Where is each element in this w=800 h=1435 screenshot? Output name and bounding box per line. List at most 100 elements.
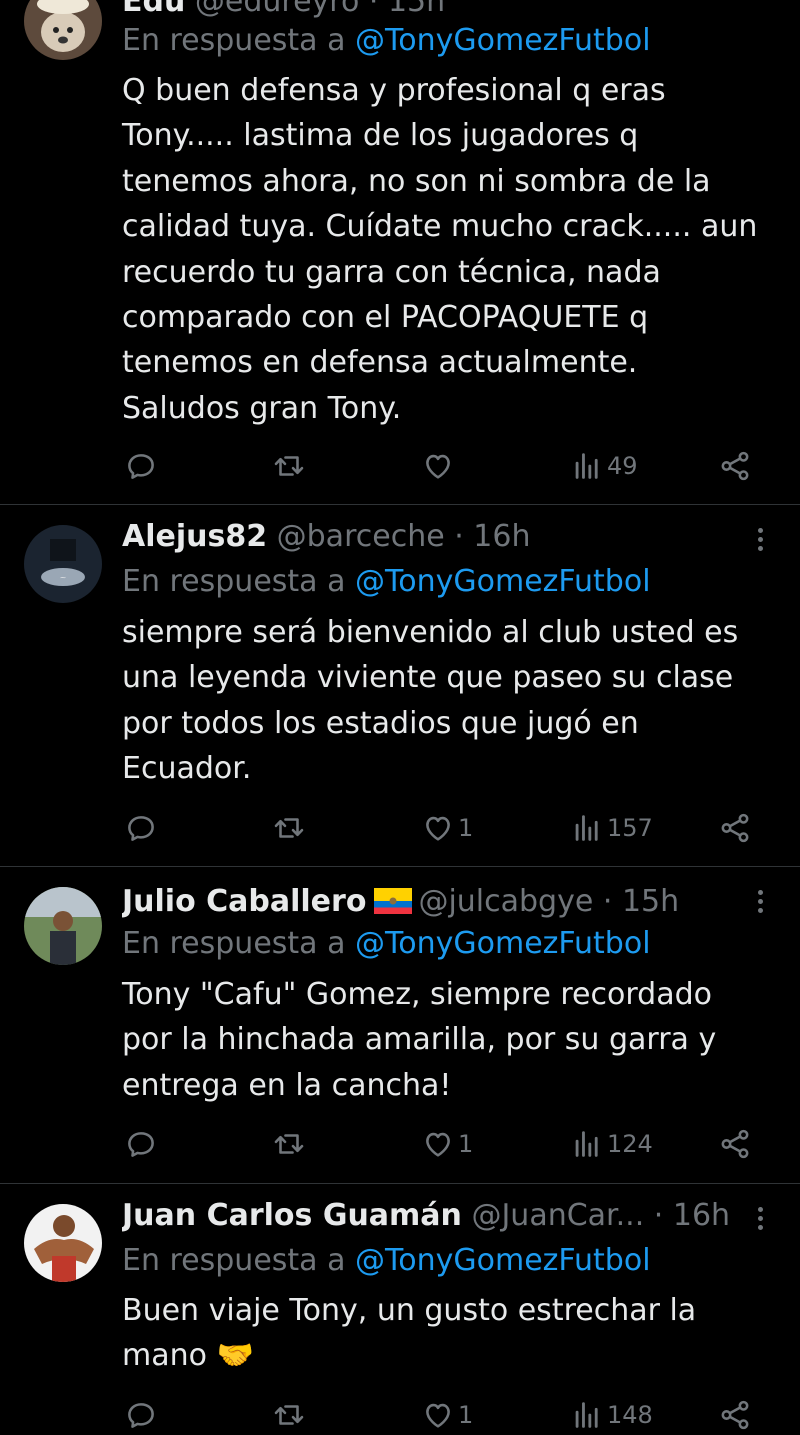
timestamp[interactable]: 15h (622, 884, 679, 919)
view-count: 148 (607, 1401, 653, 1429)
more-icon (758, 528, 763, 533)
more-icon (758, 890, 763, 895)
like-count: 1 (458, 814, 474, 842)
like-button[interactable] (421, 446, 458, 486)
reply-icon (124, 449, 158, 483)
action-bar: 1 124 (0, 1124, 800, 1164)
separator-dot: · (368, 0, 388, 19)
reply-icon (124, 811, 158, 845)
tweet-text: Q buen defensa y profesional q eras Tony… (122, 73, 758, 426)
share-icon (718, 449, 752, 483)
display-name[interactable]: Edu (122, 0, 185, 19)
separator-dot: · (454, 519, 474, 554)
user-handle[interactable]: @julcabgye (418, 884, 593, 919)
tweet[interactable]: Julio Caballero @julcabgye · 15h En respu… (0, 867, 800, 1184)
like-button[interactable]: 1 (421, 808, 473, 848)
timestamp[interactable]: 16h (673, 1198, 730, 1233)
view-count: 49 (607, 452, 638, 480)
reply-context: En respuesta a @TonyGomezFutbol (122, 1243, 651, 1279)
tweet-header: Alejus82 @barceche · 16h (122, 519, 744, 555)
tweet-header: Julio Caballero @julcabgye · 15h (122, 884, 744, 920)
views-icon (570, 449, 604, 483)
more-options-button[interactable] (748, 1201, 772, 1237)
share-button[interactable] (718, 1395, 752, 1435)
avatar[interactable] (24, 0, 102, 60)
views-button[interactable]: 148 (570, 1395, 653, 1435)
tweet[interactable]: Edu @edureyro · 15h En respuesta a @Tony… (0, 0, 800, 505)
timestamp[interactable]: 16h (473, 519, 530, 554)
like-count: 1 (458, 1401, 474, 1429)
display-name[interactable]: Julio Caballero (122, 884, 366, 919)
retweet-icon (272, 811, 306, 845)
retweet-icon (272, 449, 306, 483)
display-name[interactable]: Alejus82 (122, 519, 267, 554)
avatar-dog-image (24, 0, 102, 60)
separator-dot: · (653, 1198, 673, 1233)
timestamp[interactable]: 15h (388, 0, 445, 19)
reply-context: En respuesta a @TonyGomezFutbol (122, 564, 651, 600)
views-icon (570, 811, 604, 845)
reply-icon (124, 1398, 158, 1432)
user-handle[interactable]: @JuanCar... (471, 1198, 644, 1233)
more-options-button[interactable] (748, 884, 772, 920)
retweet-button[interactable] (272, 808, 309, 848)
reply-button[interactable] (124, 1124, 161, 1164)
views-button[interactable]: 49 (570, 446, 638, 486)
tweet-header: Edu @edureyro · 15h (122, 0, 744, 20)
like-count: 1 (458, 1130, 474, 1158)
reply-context: En respuesta a @TonyGomezFutbol (122, 926, 651, 962)
retweet-button[interactable] (272, 1395, 309, 1435)
mention-link[interactable]: @TonyGomezFutbol (355, 23, 651, 58)
mention-link[interactable]: @TonyGomezFutbol (355, 1243, 651, 1278)
avatar-image (24, 887, 102, 965)
share-button[interactable] (718, 446, 752, 486)
views-icon (570, 1398, 604, 1432)
action-bar: 1 157 (0, 808, 800, 848)
tweet-header: Juan Carlos Guamán @JuanCar... · 16h (122, 1198, 744, 1234)
display-name[interactable]: Juan Carlos Guamán (122, 1198, 462, 1233)
tweet[interactable]: Juan Carlos Guamán @JuanCar... · 16h En … (0, 1184, 800, 1432)
views-button[interactable]: 124 (570, 1124, 653, 1164)
user-handle[interactable]: @edureyro (195, 0, 359, 19)
reply-button[interactable] (124, 808, 161, 848)
avatar[interactable]: ~ (24, 525, 102, 603)
tweet[interactable]: ~ Alejus82 @barceche · 16h En respuesta … (0, 505, 800, 867)
mention-link[interactable]: @TonyGomezFutbol (355, 564, 651, 599)
ecuador-flag-icon (374, 888, 413, 914)
tweet-text: Tony "Cafu" Gomez, siempre recordado por… (122, 977, 717, 1103)
user-handle[interactable]: @barceche (277, 519, 445, 554)
view-count: 157 (607, 814, 653, 842)
share-button[interactable] (718, 808, 752, 848)
svg-text:~: ~ (60, 573, 67, 582)
like-button[interactable]: 1 (421, 1395, 473, 1435)
views-button[interactable]: 157 (570, 808, 653, 848)
mention-link[interactable]: @TonyGomezFutbol (355, 926, 651, 961)
share-button[interactable] (718, 1124, 752, 1164)
retweet-icon (272, 1398, 306, 1432)
action-bar: 1 148 (0, 1395, 800, 1435)
reply-prefix: En respuesta a (122, 926, 346, 961)
retweet-icon (272, 1127, 306, 1161)
reply-button[interactable] (124, 446, 161, 486)
reply-prefix: En respuesta a (122, 1243, 346, 1278)
more-options-button[interactable] (748, 522, 772, 558)
retweet-button[interactable] (272, 446, 309, 486)
reply-button[interactable] (124, 1395, 161, 1435)
share-icon (718, 1398, 752, 1432)
like-button[interactable]: 1 (421, 1124, 473, 1164)
more-icon (758, 1207, 763, 1212)
action-bar: 49 (0, 446, 800, 486)
avatar-image: ~ (24, 525, 102, 603)
avatar[interactable] (24, 887, 102, 965)
reply-prefix: En respuesta a (122, 23, 346, 58)
view-count: 124 (607, 1130, 653, 1158)
reply-context: En respuesta a @TonyGomezFutbol (122, 23, 651, 59)
avatar-image (24, 1204, 102, 1282)
retweet-button[interactable] (272, 1124, 309, 1164)
like-icon (421, 449, 455, 483)
reply-icon (124, 1127, 158, 1161)
like-icon (421, 1398, 455, 1432)
tweet-text: Buen viaje Tony, un gusto estrechar la m… (122, 1293, 697, 1374)
avatar[interactable] (24, 1204, 102, 1282)
separator-dot: · (602, 884, 622, 919)
